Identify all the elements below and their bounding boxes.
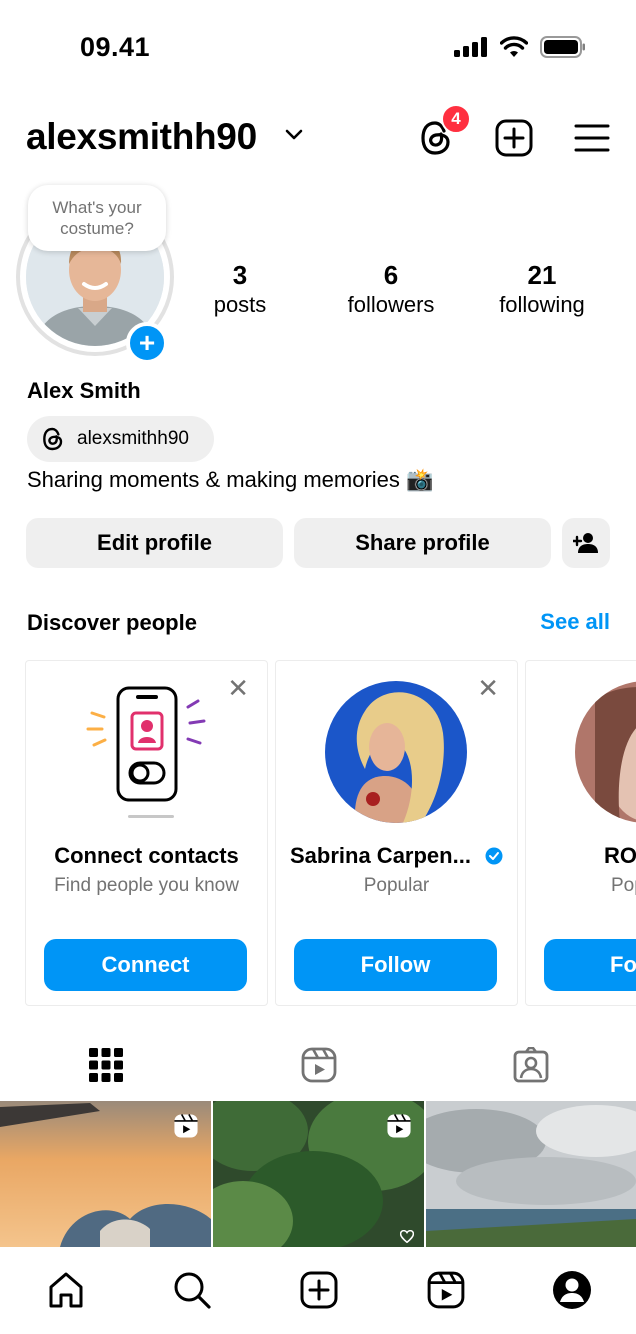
post-tile[interactable]: [0, 1101, 211, 1247]
nav-reels[interactable]: [424, 1268, 468, 1312]
reels-icon: [427, 1271, 465, 1309]
profile-header: alexsmithh90 4: [0, 104, 636, 170]
signal-icon: [454, 37, 487, 57]
tab-grid[interactable]: [86, 1045, 126, 1085]
bottom-nav: [0, 1250, 636, 1334]
reels-icon: [301, 1047, 337, 1083]
grid-icon: [89, 1048, 123, 1082]
card-title: Sabrina Carpen...: [290, 843, 471, 868]
post-tile[interactable]: [213, 1101, 424, 1247]
post-thumbnail: [426, 1101, 636, 1247]
threads-handle: alexsmithh90: [77, 428, 189, 449]
menu-button[interactable]: [572, 118, 612, 158]
status-icons: [454, 36, 586, 58]
discover-people-toggle[interactable]: [562, 518, 610, 568]
suggested-avatar[interactable]: [325, 681, 467, 823]
stat-followers[interactable]: 6 followers: [336, 260, 446, 320]
connect-button[interactable]: Connect: [44, 939, 247, 991]
new-post-icon: [495, 119, 533, 157]
card-subtitle: Pop: [611, 875, 636, 896]
username[interactable]: alexsmithh90: [26, 116, 257, 158]
tab-tagged[interactable]: [511, 1045, 551, 1085]
card-title: RO: [604, 843, 636, 868]
new-post-button[interactable]: [494, 118, 534, 158]
follow-button[interactable]: Fo: [544, 939, 636, 991]
discover-title: Discover people: [27, 610, 197, 635]
posts-label: posts: [213, 292, 267, 317]
reel-badge-icon: [387, 1114, 411, 1138]
follow-label: Follow: [360, 952, 431, 977]
search-icon: [174, 1272, 211, 1309]
suggestion-card: RO Pop Fo: [525, 660, 636, 1006]
plus-icon: +: [138, 327, 156, 358]
note-text: What's your costume?: [52, 198, 142, 238]
posts-count: 3: [232, 260, 248, 290]
threads-link[interactable]: alexsmithh90: [27, 416, 214, 462]
add-story-button[interactable]: +: [126, 322, 168, 364]
nav-search[interactable]: [170, 1268, 214, 1312]
content-tabs: [0, 1035, 636, 1095]
profile-icon: [553, 1271, 591, 1309]
suggestion-card: ✕ Sabrina Carpen... Popular Follow: [275, 660, 518, 1006]
suggestion-card: ✕ Connect contacts Find people you know …: [25, 660, 268, 1006]
card-subtitle: Find people you know: [54, 875, 239, 896]
card-title: Connect contacts: [54, 843, 239, 868]
battery-icon: [540, 36, 585, 58]
followers-label: followers: [347, 292, 435, 317]
wifi-icon: [500, 36, 528, 57]
chevron-down-icon[interactable]: [284, 128, 304, 142]
follow-button[interactable]: Follow: [294, 939, 497, 991]
followers-count: 6: [383, 260, 399, 290]
connect-label: Connect: [101, 952, 190, 977]
share-profile-button[interactable]: Share profile: [294, 518, 551, 568]
close-icon[interactable]: ✕: [227, 675, 249, 701]
edit-profile-label: Edit profile: [97, 530, 212, 555]
stat-following[interactable]: 21 following: [487, 260, 597, 320]
verified-badge-icon: [485, 847, 503, 865]
post-tile[interactable]: [426, 1101, 636, 1247]
status-time: 09.41: [80, 32, 151, 62]
heart-icon: [400, 1230, 414, 1243]
stat-posts[interactable]: 3 posts: [200, 260, 280, 320]
notification-badge: 4: [441, 104, 471, 134]
nav-home[interactable]: [44, 1268, 88, 1312]
tab-reels[interactable]: [299, 1045, 339, 1085]
close-icon[interactable]: ✕: [477, 675, 499, 701]
posts-grid: [0, 1101, 636, 1247]
nav-profile[interactable]: [550, 1268, 594, 1312]
edit-profile-button[interactable]: Edit profile: [26, 518, 283, 568]
tagged-icon: [513, 1047, 549, 1083]
menu-icon: [574, 124, 610, 152]
reel-badge-icon: [174, 1114, 198, 1138]
full-name: Alex Smith: [27, 378, 141, 403]
create-icon: [300, 1271, 338, 1309]
following-count: 21: [527, 260, 557, 290]
card-subtitle: Popular: [363, 875, 430, 896]
home-icon: [49, 1272, 83, 1308]
add-person-icon: [573, 533, 598, 553]
bio: Sharing moments & making memories 📸: [27, 467, 434, 492]
profile-note[interactable]: What's your costume?: [28, 185, 166, 251]
following-label: following: [499, 292, 585, 317]
follow-label: Fo: [610, 952, 636, 977]
share-profile-label: Share profile: [355, 530, 490, 555]
status-bar: 09.41: [0, 0, 636, 95]
nav-create[interactable]: [297, 1268, 341, 1312]
contacts-phone-icon: [86, 686, 206, 818]
threads-icon: [43, 427, 63, 451]
suggested-avatar[interactable]: [575, 681, 636, 823]
see-all-link[interactable]: See all: [540, 609, 610, 635]
